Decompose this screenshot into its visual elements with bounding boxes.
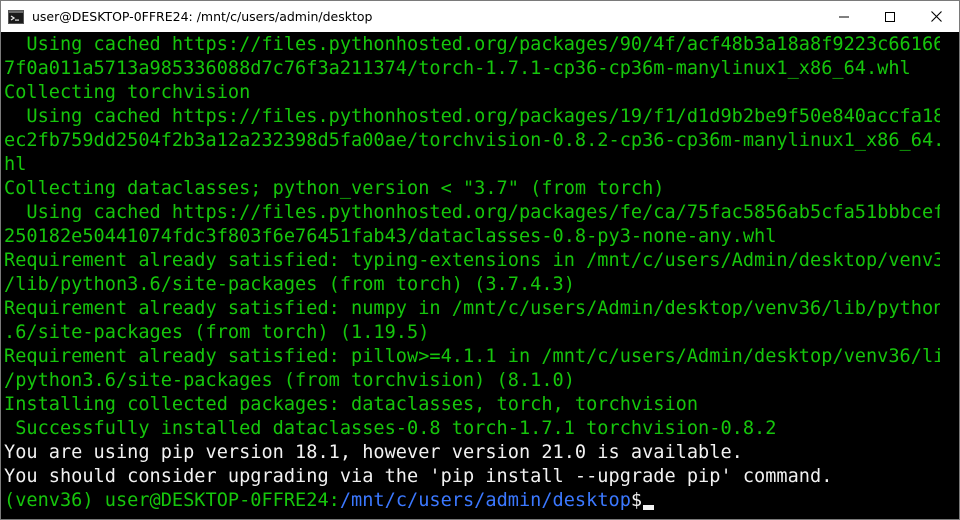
output-line: Collecting dataclasses; python_version <…	[4, 178, 665, 199]
close-icon	[930, 11, 942, 22]
output-line: Using cached https://files.pythonhosted.…	[4, 34, 940, 55]
output-line: /lib/python3.6/site-packages (from torch…	[4, 274, 575, 295]
output-line: Requirement already satisfied: typing-ex…	[4, 250, 940, 271]
output-line: You should consider upgrading via the 'p…	[4, 466, 833, 487]
output-line: 7f0a011a5713a985336088d7c76f3a211374/tor…	[4, 58, 911, 79]
output-line: Requirement already satisfied: pillow>=4…	[4, 346, 940, 367]
output-line: Using cached https://files.pythonhosted.…	[4, 106, 940, 127]
minimize-icon	[839, 16, 849, 17]
maximize-icon	[885, 11, 895, 22]
terminal-app-icon[interactable]	[7, 8, 25, 26]
prompt-user-host: (venv36) user@DESKTOP-0FFRE24:	[4, 490, 340, 511]
output-line: Collecting torchvision	[4, 82, 251, 103]
text-cursor	[643, 505, 655, 510]
close-button[interactable]	[913, 1, 959, 32]
title-bar[interactable]: user@DESKTOP-0FFRE24: /mnt/c/users/admin…	[1, 1, 959, 32]
output-line: hl	[4, 154, 27, 175]
prompt-symbol: $	[630, 490, 643, 511]
output-line: ec2fb759dd2504f2b3a12a232398d5fa00ae/tor…	[4, 130, 940, 151]
prompt-path: /mnt/c/users/admin/desktop	[339, 490, 631, 511]
window-controls	[821, 1, 959, 32]
maximize-button[interactable]	[867, 1, 913, 32]
terminal-output[interactable]: Using cached https://files.pythonhosted.…	[4, 33, 940, 519]
output-line: .6/site-packages (from torch) (1.19.5)	[4, 322, 430, 343]
terminal-window: user@DESKTOP-0FFRE24: /mnt/c/users/admin…	[0, 0, 960, 520]
output-line: Successfully installed dataclasses-0.8 t…	[4, 418, 777, 439]
window-title: user@DESKTOP-0FFRE24: /mnt/c/users/admin…	[32, 9, 373, 24]
shell-prompt[interactable]: (venv36) user@DESKTOP-0FFRE24:/mnt/c/use…	[4, 489, 940, 513]
scrollbar[interactable]	[942, 32, 959, 519]
output-line: 250182e50441074fdc3f803f6e76451fab43/dat…	[4, 226, 777, 247]
output-line: Using cached https://files.pythonhosted.…	[4, 202, 940, 223]
minimize-button[interactable]	[821, 1, 867, 32]
output-line: You are using pip version 18.1, however …	[4, 442, 743, 463]
output-line: Installing collected packages: dataclass…	[4, 394, 699, 415]
output-line: /python3.6/site-packages (from torchvisi…	[4, 370, 575, 391]
output-line: Requirement already satisfied: numpy in …	[4, 298, 940, 319]
